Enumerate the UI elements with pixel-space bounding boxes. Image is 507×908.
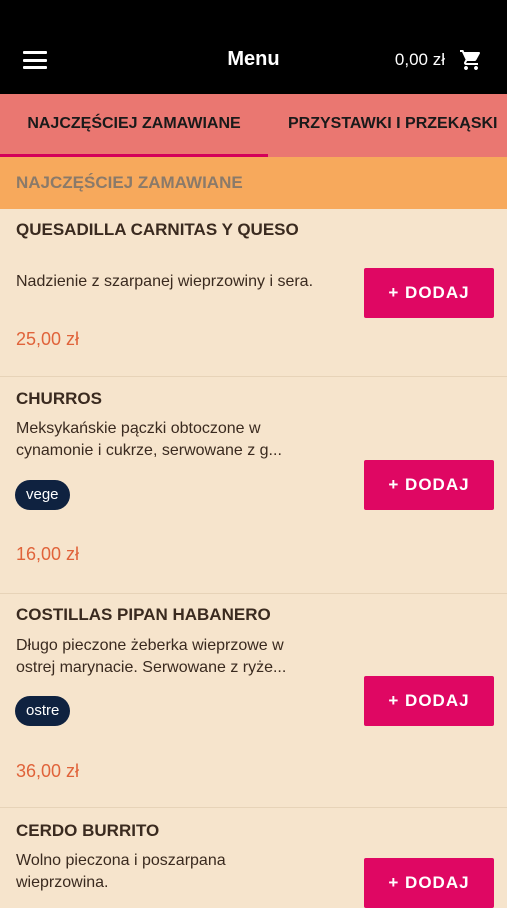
item-price: 25,00 zł <box>16 329 80 349</box>
vege-tag-badge: vege <box>15 480 70 510</box>
cart-total[interactable]: 0,00 zł <box>395 50 445 70</box>
tab-przystawki-i-przekaski[interactable]: PRZYSTAWKI I PRZEKĄSKI <box>288 94 498 157</box>
item-name: COSTILLAS PIPAN HABANERO <box>16 605 271 624</box>
list-item[interactable]: COSTILLAS PIPAN HABANERO Długo pieczone … <box>0 594 507 808</box>
list-item[interactable]: QUESADILLA CARNITAS Y QUESO Nadzienie z … <box>0 209 507 377</box>
add-button[interactable]: + DODAJ <box>364 460 494 510</box>
item-price: 16,00 zł <box>16 544 80 564</box>
item-description: Meksykańskie pączki obtoczone w cynamoni… <box>16 420 282 459</box>
list-item[interactable]: CHURROS Meksykańskie pączki obtoczone w … <box>0 377 507 594</box>
tab-najczesciej-zamawiane[interactable]: NAJCZĘŚCIEJ ZAMAWIANE <box>0 94 268 157</box>
category-tabs: NAJCZĘŚCIEJ ZAMAWIANE PRZYSTAWKI I PRZEK… <box>0 94 507 157</box>
item-name: CHURROS <box>16 389 102 408</box>
ostre-tag-badge: ostre <box>15 696 71 726</box>
item-description: Długo pieczone żeberka wieprzowe w ostre… <box>16 637 287 676</box>
item-price: 36,00 zł <box>16 761 80 781</box>
list-item[interactable]: CERDO BURRITO Wolno pieczona i poszarpan… <box>0 808 507 908</box>
item-description: Wolno pieczona i poszarpana wieprzowina. <box>16 852 226 891</box>
top-app-bar: Menu 0,00 zł <box>0 0 507 94</box>
section-header: NAJCZĘŚCIEJ ZAMAWIANE <box>0 157 507 209</box>
item-name: QUESADILLA CARNITAS Y QUESO <box>16 220 299 239</box>
item-description: Nadzienie z szarpanej wieprzowiny i sera… <box>16 273 314 290</box>
item-name: CERDO BURRITO <box>16 821 160 840</box>
add-button[interactable]: + DODAJ <box>364 858 494 908</box>
add-button[interactable]: + DODAJ <box>364 268 494 318</box>
shopping-cart-icon[interactable] <box>459 48 483 72</box>
add-button[interactable]: + DODAJ <box>364 676 494 726</box>
